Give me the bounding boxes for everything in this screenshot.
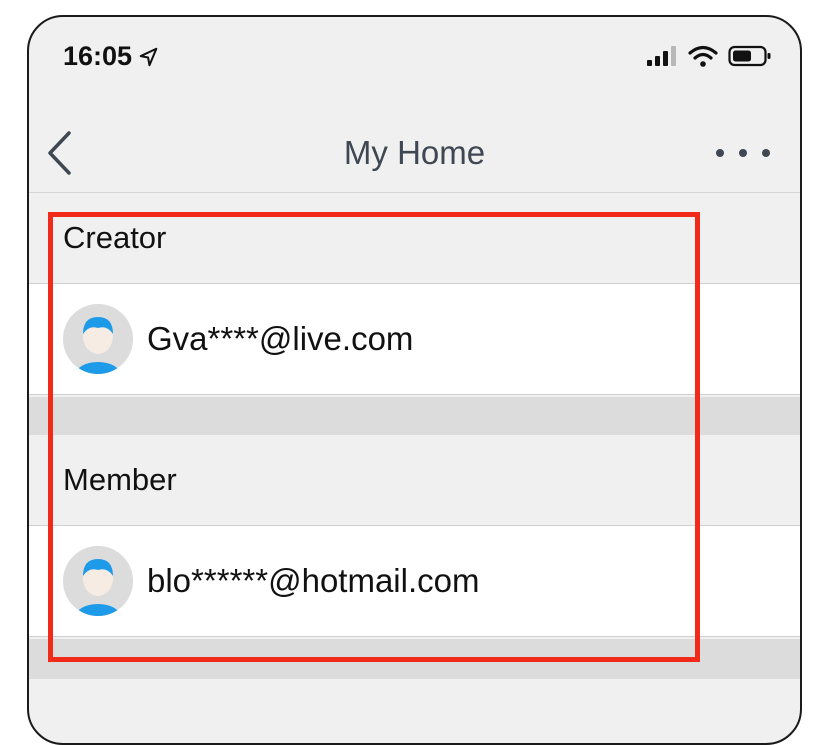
section-header-member: Member [29, 435, 800, 525]
user-email: blo******@hotmail.com [147, 562, 480, 599]
status-time: 16:05 [63, 41, 160, 72]
time-label: 16:05 [63, 41, 133, 71]
signal-icon [647, 46, 676, 66]
avatar-icon [63, 304, 133, 374]
status-bar: 16:05 [29, 17, 800, 97]
location-arrow-icon [139, 47, 158, 66]
ellipsis-icon-dot [716, 149, 724, 157]
bottom-separator [29, 639, 800, 679]
battery-icon [728, 45, 771, 67]
more-options-button[interactable] [716, 138, 770, 168]
ellipsis-icon-dot [739, 149, 747, 157]
ellipsis-icon-dot [762, 149, 770, 157]
member-row-member[interactable]: blo******@hotmail.com [29, 525, 800, 637]
status-icons [646, 45, 772, 67]
navigation-bar: My Home [29, 113, 800, 193]
avatar-icon [63, 546, 133, 616]
user-email: Gva****@live.com [147, 320, 414, 357]
section-separator [29, 397, 800, 435]
member-row-creator[interactable]: Gva****@live.com [29, 283, 800, 395]
wifi-icon [688, 45, 718, 67]
phone-screen: 16:05 My Home Creator Gva****@live.com M… [27, 15, 802, 745]
page-title: My Home [343, 134, 486, 171]
section-header-creator: Creator [29, 193, 800, 283]
